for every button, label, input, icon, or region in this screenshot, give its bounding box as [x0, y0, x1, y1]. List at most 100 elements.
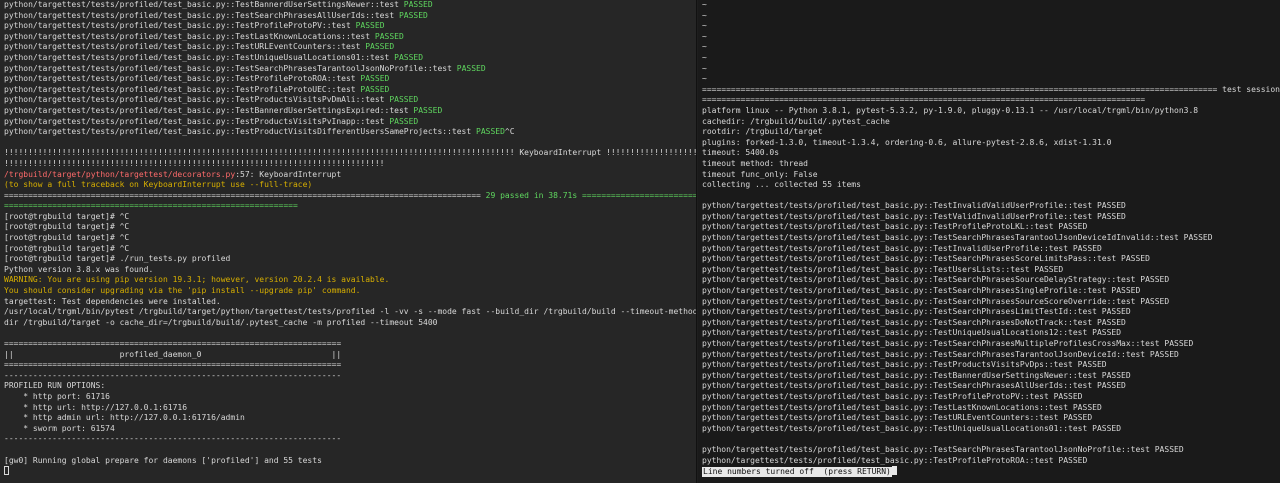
line-text: (to show a full traceback on KeyboardInt…: [4, 180, 313, 190]
line-text: platform linux -- Python 3.8.1, pytest-5…: [702, 105, 1199, 115]
test-status: PASSED: [389, 116, 419, 126]
line-text: * http url: http://127.0.0.1:61716: [4, 402, 188, 412]
line-text: python/targettest/tests/profiled/test_ba…: [702, 391, 1083, 401]
test-status: PASSED: [360, 84, 390, 94]
pager-line: python/targettest/tests/profiled/test_ba…: [702, 297, 1280, 308]
pager-line: python/targettest/tests/profiled/test_ba…: [702, 307, 1280, 318]
line-text: collecting ... collected 55 items: [702, 180, 861, 190]
line-text: python/targettest/tests/profiled/test_ba…: [702, 317, 1126, 327]
terminal-line: ========================================…: [4, 191, 696, 202]
line-text: targettest: Test dependencies were insta…: [4, 296, 221, 306]
line-text: [root@trgbuild target]# ^C: [4, 211, 130, 221]
terminal-line: ========================================…: [4, 201, 696, 212]
terminal-line: * sworm port: 61574: [4, 424, 696, 435]
terminal-line: python/targettest/tests/profiled/test_ba…: [4, 11, 696, 22]
test-status: PASSED: [389, 95, 419, 105]
right-pager-pane[interactable]: ~ ~ ~ ~ ~ ~ ~ ~ ================================…: [698, 0, 1280, 483]
line-text: !!!!!!!!!!!!!!!!!!!!!!!!!!!!!!!!!!!!!!!!…: [4, 148, 696, 158]
terminal-line: python/targettest/tests/profiled/test_ba…: [4, 21, 696, 32]
terminal-line: [root@trgbuild target]# ^C: [4, 233, 696, 244]
line-text: Python version 3.8.x was found.: [4, 264, 154, 274]
line-text: timeout func_only: False: [702, 169, 818, 179]
pager-line: plugins: forked-1.3.0, timeout-1.3.4, or…: [702, 138, 1280, 149]
pager-line: python/targettest/tests/profiled/test_ba…: [702, 392, 1280, 403]
terminal-line: /usr/local/trgml/bin/pytest /trgbuild/ta…: [4, 307, 696, 318]
terminal-window[interactable]: python/targettest/tests/profiled/test_ba…: [0, 0, 1280, 483]
terminal-line: * http port: 61716: [4, 392, 696, 403]
line-text: python/targettest/tests/profiled/test_ba…: [4, 21, 356, 31]
terminal-line: Python version 3.8.x was found.: [4, 265, 696, 276]
terminal-line: ========================================…: [4, 339, 696, 350]
pager-line: collecting ... collected 55 items: [702, 180, 1280, 191]
pager-line: python/targettest/tests/profiled/test_ba…: [702, 286, 1280, 297]
terminal-line: [root@trgbuild target]# ./run_tests.py p…: [4, 254, 696, 265]
terminal-line: python/targettest/tests/profiled/test_ba…: [4, 32, 696, 43]
left-terminal-pane[interactable]: python/targettest/tests/profiled/test_ba…: [0, 0, 697, 483]
pager-line: [702, 191, 1280, 202]
left-prompt-line[interactable]: [4, 466, 696, 477]
line-text: python/targettest/tests/profiled/test_ba…: [702, 307, 1131, 317]
pager-line: cachedir: /trgbuild/build/.pytest_cache: [702, 117, 1280, 128]
line-text: python/targettest/tests/profiled/test_ba…: [702, 296, 1170, 306]
line-text: ~: [702, 31, 707, 41]
test-status: PASSED: [456, 63, 486, 73]
line-text: ========================================…: [4, 201, 298, 211]
terminal-line: /trgbuild/target/python/targettest/decor…: [4, 170, 696, 181]
terminal-line: python/targettest/tests/profiled/test_ba…: [4, 106, 696, 117]
line-text: ~: [702, 21, 707, 31]
pager-line: ~: [702, 0, 1280, 11]
pager-line: python/targettest/tests/profiled/test_ba…: [702, 339, 1280, 350]
pager-line: python/targettest/tests/profiled/test_ba…: [702, 318, 1280, 329]
line-text: [root@trgbuild target]# ^C: [4, 222, 130, 232]
terminal-line: PROFILED RUN OPTIONS:: [4, 381, 696, 392]
test-status: PASSED: [413, 105, 443, 115]
pager-line: python/targettest/tests/profiled/test_ba…: [702, 244, 1280, 255]
test-status: PASSED: [398, 10, 428, 20]
pager-status-message: Line numbers turned off (press RETURN): [702, 467, 892, 477]
terminal-line: dir /trgbuild/target -o cache_dir=/trgbu…: [4, 318, 696, 329]
line-text: python/targettest/tests/profiled/test_ba…: [4, 31, 375, 41]
pager-line: python/targettest/tests/profiled/test_ba…: [702, 413, 1280, 424]
test-status: PASSED: [355, 21, 385, 31]
pager-line: ~: [702, 42, 1280, 53]
line-suffix: in 38.71s ==============================…: [533, 190, 696, 200]
line-text: python/targettest/tests/profiled/test_ba…: [4, 42, 366, 52]
pager-line: ========================================…: [702, 85, 1280, 96]
line-text: ========================================…: [702, 95, 1146, 105]
line-text: /trgbuild/target/python/targettest/decor…: [4, 169, 236, 179]
pager-line: [702, 434, 1280, 445]
line-text: python/targettest/tests/profiled/test_ba…: [702, 444, 1184, 454]
pager-line: python/targettest/tests/profiled/test_ba…: [702, 456, 1280, 467]
line-text: ========================================…: [702, 84, 1280, 94]
line-text: ----------------------------------------…: [4, 370, 342, 380]
line-text: PROFILED RUN OPTIONS:: [4, 381, 106, 391]
line-text: python/targettest/tests/profiled/test_ba…: [4, 74, 361, 84]
line-text: python/targettest/tests/profiled/test_ba…: [702, 243, 1102, 253]
pager-line: python/targettest/tests/profiled/test_ba…: [702, 275, 1280, 286]
terminal-line: (to show a full traceback on KeyboardInt…: [4, 180, 696, 191]
line-text: ~: [702, 10, 707, 20]
pager-line: ~: [702, 11, 1280, 22]
test-status: 29 passed: [485, 190, 529, 200]
right-pager-output: ~ ~ ~ ~ ~ ~ ~ ~ ================================…: [702, 0, 1280, 466]
line-text: python/targettest/tests/profiled/test_ba…: [4, 95, 390, 105]
line-text: python/targettest/tests/profiled/test_ba…: [4, 105, 414, 115]
line-text: cachedir: /trgbuild/build/.pytest_cache: [702, 116, 890, 126]
line-text: python/targettest/tests/profiled/test_ba…: [4, 0, 404, 9]
test-status: PASSED: [374, 31, 404, 41]
test-status: PASSED: [365, 42, 395, 52]
line-text: python/targettest/tests/profiled/test_ba…: [702, 370, 1131, 380]
terminal-line: targettest: Test dependencies were insta…: [4, 297, 696, 308]
line-text: You should consider upgrading via the 'p…: [4, 286, 361, 296]
pager-line: ~: [702, 53, 1280, 64]
line-text: python/targettest/tests/profiled/test_ba…: [702, 264, 1064, 274]
line-text: [root@trgbuild target]# ^C: [4, 233, 130, 243]
line-text: [gw0] Running global prepare for daemons…: [4, 455, 322, 465]
line-text: python/targettest/tests/profiled/test_ba…: [4, 10, 399, 20]
pager-line: python/targettest/tests/profiled/test_ba…: [702, 265, 1280, 276]
line-text: || profiled_daemon_0 ||: [4, 349, 342, 359]
line-text: python/targettest/tests/profiled/test_ba…: [702, 275, 1170, 285]
